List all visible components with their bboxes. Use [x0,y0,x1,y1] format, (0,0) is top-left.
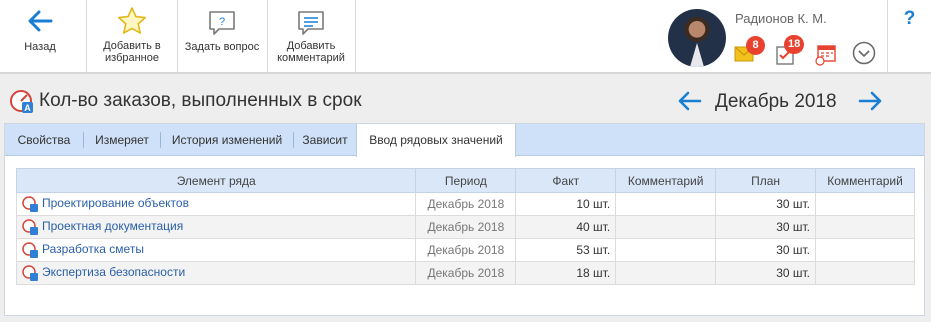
table-row: Проектирование объектов Декабрь 2018 10 … [15,192,915,216]
previous-period-icon[interactable] [676,90,702,112]
question-bubble-icon: ? [209,11,235,35]
indicator-icon [22,242,38,258]
element-link[interactable]: Разработка сметы [42,242,144,256]
indicator-icon [22,196,38,212]
tab-depends[interactable]: Зависит [294,124,356,156]
avatar[interactable] [668,9,726,67]
plan-cell[interactable]: 30 шт. [715,261,816,285]
period-cell: Декабрь 2018 [415,192,517,216]
tab-measures[interactable]: Измеряет [84,124,160,156]
arrow-left-icon [28,10,53,32]
comment-icon [298,11,324,35]
column-header[interactable]: Элемент ряда [15,168,417,193]
ask-question-button[interactable]: ? Задать вопрос [178,0,266,72]
indicator-icon [22,219,38,235]
column-header[interactable]: План [715,168,816,193]
calendar-icon[interactable] [815,44,837,66]
period-cell: Декабрь 2018 [415,215,517,239]
toolbar-divider [86,0,87,72]
plan-comment-cell[interactable] [815,261,915,285]
period-label: Декабрь 2018 [715,91,837,112]
chevron-down-icon[interactable] [852,41,876,65]
element-cell: Проектирование объектов [15,192,417,216]
table-row: Экспертиза безопасности Декабрь 2018 18 … [15,261,915,285]
element-link[interactable]: Экспертиза безопасности [42,265,185,279]
add-favorite-label-2: избранное [105,52,159,64]
fact-comment-cell[interactable] [615,238,717,262]
column-header[interactable]: Комментарий [815,168,915,193]
help-button[interactable]: ? [888,8,931,30]
next-period-icon[interactable] [858,90,884,112]
element-cell: Экспертиза безопасности [15,261,417,285]
tab-series-values[interactable]: Ввод рядовых значений [356,124,516,157]
plan-cell[interactable]: 30 шт. [715,215,816,239]
plan-cell[interactable]: 30 шт. [715,192,816,216]
page-title: Кол-во заказов, выполненных в срок [39,90,362,111]
back-button[interactable]: Назад [0,0,80,72]
svg-text:A: A [24,103,31,113]
fact-cell[interactable]: 53 шт. [515,238,617,262]
fact-cell[interactable]: 10 шт. [515,192,617,216]
indicator-icon: A [10,90,33,113]
indicator-icon [22,265,38,281]
add-favorite-label-1: Добавить в [103,40,161,52]
table-row: Разработка сметы Декабрь 2018 53 шт. 30 … [15,238,915,262]
tasks-count-badge: 18 [784,35,805,54]
table-row: Проектная документация Декабрь 2018 40 ш… [15,215,915,239]
svg-text:?: ? [219,16,225,28]
tab-bar: Свойства Измеряет История изменений Зави… [5,124,924,157]
column-header[interactable]: Период [415,168,517,193]
tab-properties[interactable]: Свойства [5,124,83,156]
element-cell: Разработка сметы [15,238,417,262]
plan-comment-cell[interactable] [815,215,915,239]
mail-count-badge: 8 [746,36,765,55]
add-comment-button[interactable]: Добавить комментарий [268,0,354,72]
add-comment-label-2: комментарий [277,52,345,64]
plan-comment-cell[interactable] [815,238,915,262]
content-panel: Свойства Измеряет История изменений Зави… [4,123,925,316]
fact-comment-cell[interactable] [615,261,717,285]
fact-cell[interactable]: 40 шт. [515,215,617,239]
element-cell: Проектная документация [15,215,417,239]
ask-question-label: Задать вопрос [184,41,260,53]
fact-comment-cell[interactable] [615,215,717,239]
user-name[interactable]: Радионов К. М. [735,11,827,26]
back-label: Назад [24,41,56,53]
star-icon [118,7,146,34]
column-header[interactable]: Комментарий [615,168,717,193]
toolbar: Назад Добавить в избранное ? Задать вопр… [0,0,931,74]
mail-button[interactable]: 8 [734,36,765,66]
plan-cell[interactable]: 30 шт. [715,238,816,262]
tab-history[interactable]: История изменений [161,124,293,156]
element-link[interactable]: Проектирование объектов [42,196,189,210]
toolbar-divider [355,0,356,72]
add-favorite-button[interactable]: Добавить в избранное [88,0,176,72]
add-comment-label-1: Добавить [286,40,336,52]
period-cell: Декабрь 2018 [415,261,517,285]
fact-cell[interactable]: 18 шт. [515,261,617,285]
plan-comment-cell[interactable] [815,192,915,216]
period-cell: Декабрь 2018 [415,238,517,262]
fact-comment-cell[interactable] [615,192,717,216]
tasks-button[interactable]: 18 [774,35,805,66]
element-link[interactable]: Проектная документация [42,219,183,233]
series-values-table: Элемент ряда Период Факт Комментарий Пла… [15,168,915,285]
table-header-row: Элемент ряда Период Факт Комментарий Пла… [15,168,915,193]
column-header[interactable]: Факт [515,168,617,193]
